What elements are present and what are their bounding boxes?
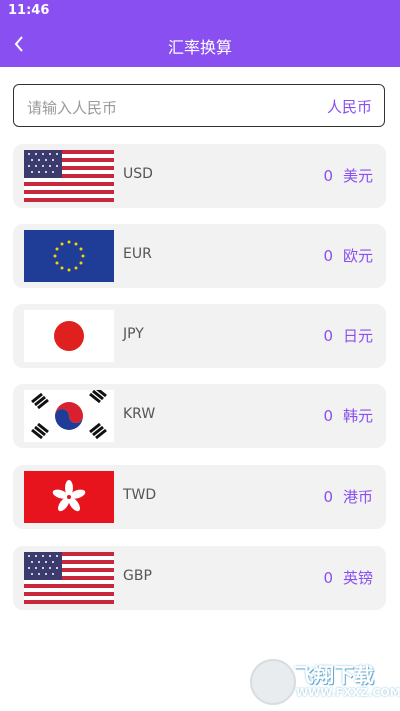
japan-flag-icon <box>24 310 114 362</box>
currency-code: EUR <box>123 246 152 262</box>
watermark-name: 飞翔下载 <box>294 663 374 687</box>
currency-row-gbp: GBP 0 英镑 <box>13 546 386 610</box>
amount-unit: 韩元 <box>342 407 373 425</box>
currency-row-eur: EUR 0 欧元 <box>13 224 386 288</box>
amount-unit: 港币 <box>342 488 373 506</box>
currency-row-jpy: JPY 0 日元 <box>13 304 386 368</box>
us-flag-icon <box>24 552 114 604</box>
watermark: 飞翔下载 WWW.FXXZ.COM <box>250 657 400 707</box>
currency-row-usd: USD 0 美元 <box>13 144 386 208</box>
currency-amount: 0 港币 <box>323 486 373 507</box>
currency-code: TWD <box>123 487 157 503</box>
amount-value: 0 <box>323 488 333 506</box>
amount-value: 0 <box>323 407 333 425</box>
currency-code: KRW <box>123 406 156 422</box>
status-time: 11:46 <box>8 3 50 18</box>
currency-code: GBP <box>123 568 152 584</box>
page-title: 汇率换算 <box>167 38 232 57</box>
currency-amount: 0 日元 <box>323 325 373 346</box>
currency-row-twd: TWD 0 港币 <box>13 465 386 529</box>
currency-row-krw: KRW 0 韩元 <box>13 384 386 448</box>
hongkong-flag-icon <box>24 471 114 523</box>
amount-unit: 美元 <box>342 167 373 185</box>
amount-unit: 日元 <box>342 327 373 345</box>
korea-flag-icon <box>24 390 114 442</box>
amount-unit: 欧元 <box>342 247 373 265</box>
currency-amount: 0 欧元 <box>323 245 373 266</box>
amount-unit: 英镑 <box>342 569 373 587</box>
us-flag-icon <box>24 150 114 202</box>
app-bar: 汇率换算 <box>0 22 400 67</box>
currency-code: JPY <box>123 326 144 342</box>
status-bar: 11:46 <box>0 0 400 22</box>
currency-amount: 0 美元 <box>323 165 373 186</box>
amount-value: 0 <box>323 327 333 345</box>
input-placeholder: 请输入人民币 <box>27 99 118 117</box>
rmb-amount-input[interactable]: 请输入人民币 人民币 <box>13 84 385 127</box>
amount-value: 0 <box>323 247 333 265</box>
eu-flag-icon <box>24 230 114 282</box>
amount-value: 0 <box>323 167 333 185</box>
currency-amount: 0 英镑 <box>323 567 373 588</box>
watermark-logo-icon <box>250 659 296 705</box>
input-unit-label: 人民币 <box>326 98 372 116</box>
currency-amount: 0 韩元 <box>323 405 373 426</box>
currency-code: USD <box>123 166 153 182</box>
amount-value: 0 <box>323 569 333 587</box>
watermark-url: WWW.FXXZ.COM <box>296 686 400 699</box>
